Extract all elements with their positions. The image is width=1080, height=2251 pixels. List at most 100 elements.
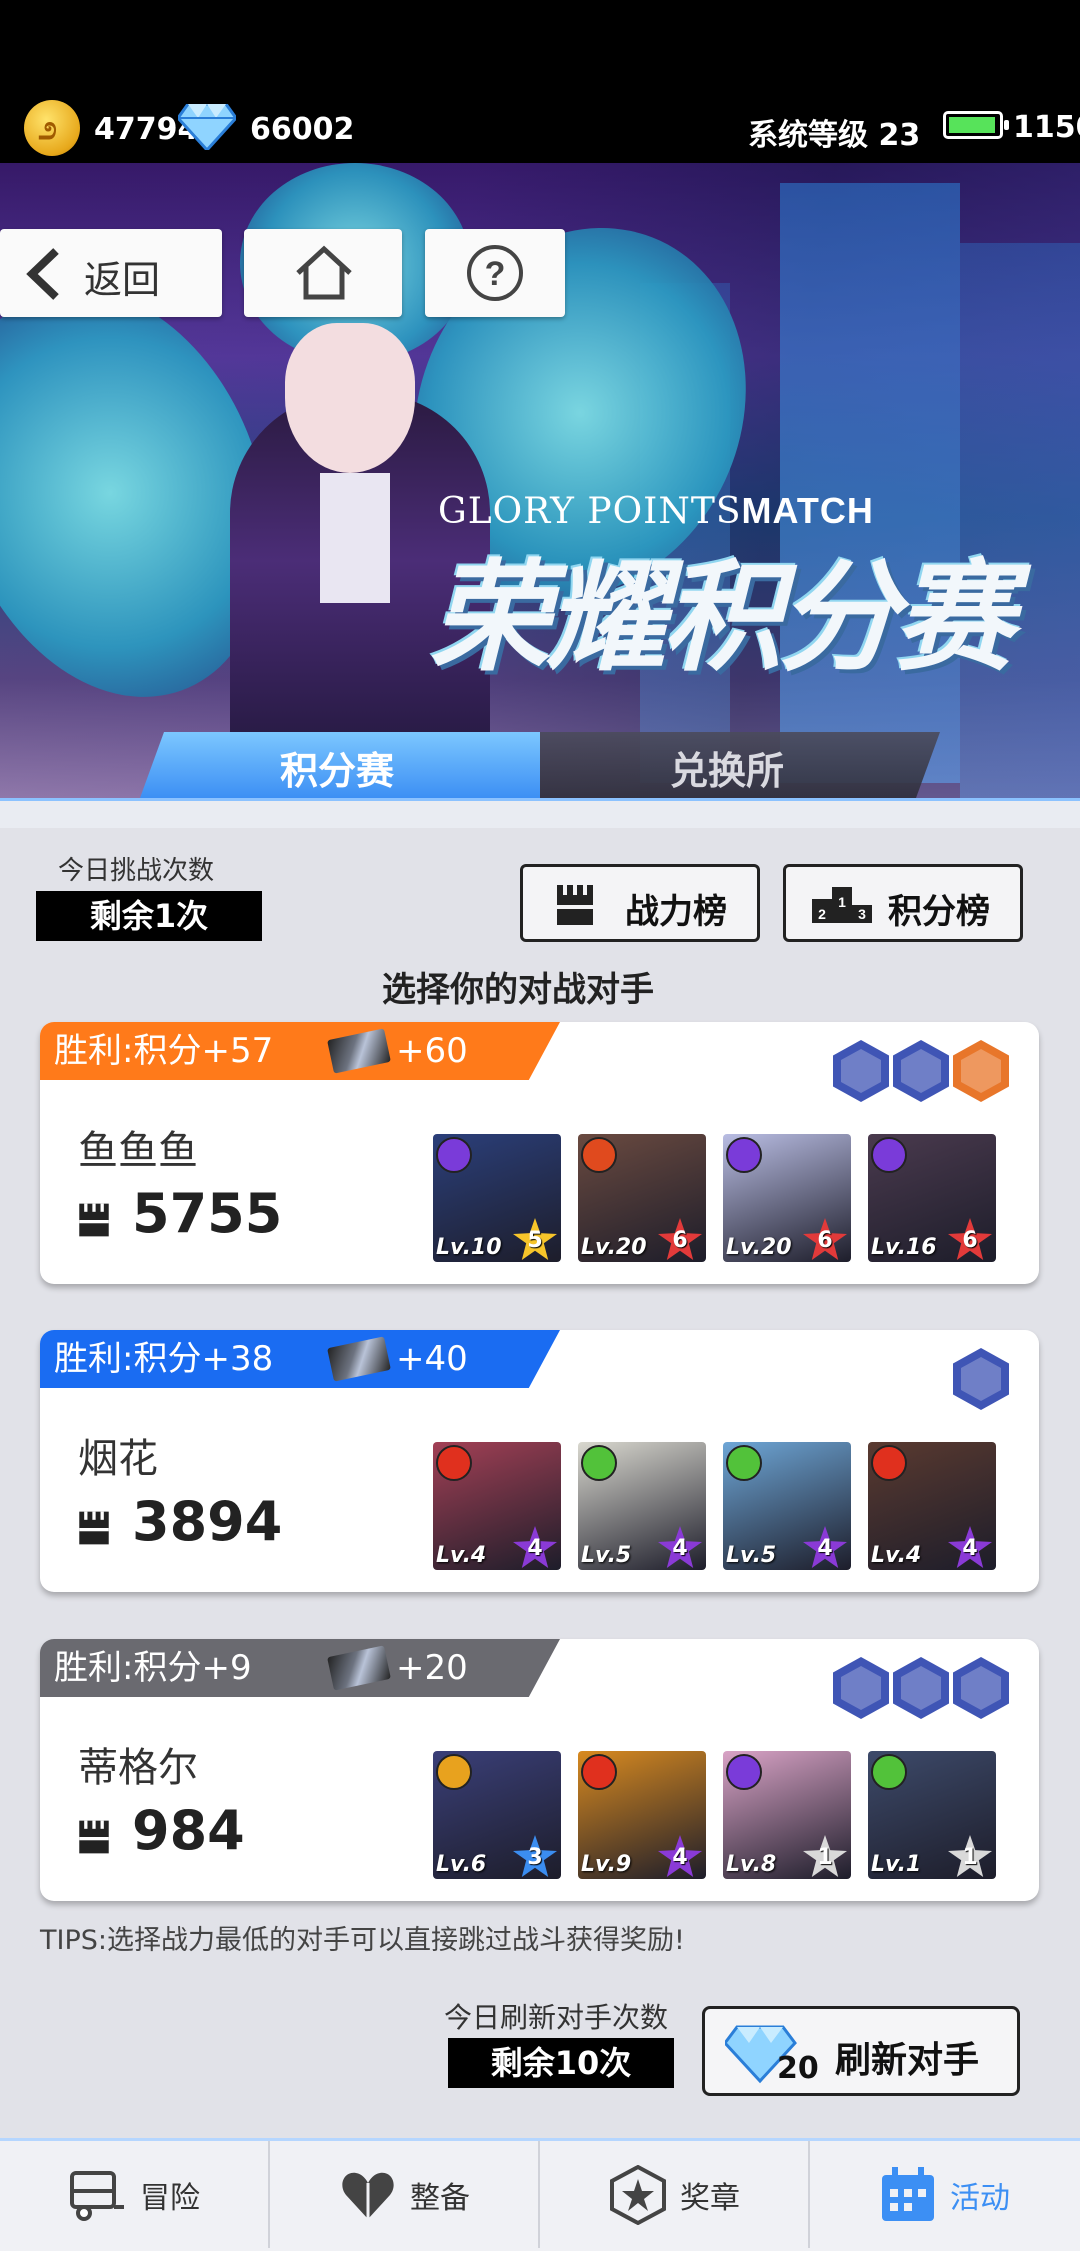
star-icon: 6 (658, 1218, 702, 1260)
team-badge-icon (833, 1040, 889, 1102)
section-title: 选择你的对战对手 (382, 970, 654, 1010)
hero-portrait: Lv.20 6 (578, 1134, 706, 1262)
element-orb-icon (871, 1137, 907, 1173)
hero-level: Lv.1 (871, 1852, 922, 1877)
diamond-amount: 66002 (250, 112, 355, 147)
nav-activity[interactable]: 活动 (810, 2141, 1078, 2248)
hero-level: Lv.16 (871, 1235, 937, 1260)
nav-activity-label: 活动 (950, 2180, 1010, 2216)
hero-stars: 4 (962, 1536, 978, 1561)
hero-stars: 4 (672, 1845, 688, 1870)
hero-level: Lv.9 (581, 1852, 632, 1877)
nav-medal[interactable]: 奖章 (540, 2141, 810, 2248)
team-badge-icon (953, 1348, 1009, 1410)
medal-icon (610, 2164, 666, 2225)
refresh-cost: 20 (777, 2051, 819, 2086)
hero-level: Lv.5 (581, 1543, 632, 1568)
opponent-card[interactable]: 胜利:积分+57 +60 鱼鱼鱼 5755 Lv.10 5 Lv.20 6 Lv.20 6 Lv.1… (40, 1022, 1039, 1284)
team-badge-icon (953, 1657, 1009, 1719)
ticket-reward: +40 (396, 1339, 468, 1379)
tab-exchange-label: 兑换所 (670, 749, 785, 793)
power-rank-button[interactable]: 战力榜 (520, 864, 760, 942)
hero-portrait: Lv.6 3 (433, 1751, 561, 1879)
help-icon: ? (467, 245, 523, 301)
star-icon: 6 (948, 1218, 992, 1260)
team-badge-icon (833, 1657, 889, 1719)
hero-level: Lv.6 (436, 1852, 487, 1877)
hero-level: Lv.10 (436, 1235, 502, 1260)
opponent-power: 984 (132, 1799, 245, 1862)
home-icon (296, 245, 352, 300)
element-orb-icon (581, 1445, 617, 1481)
nav-equip-label: 整备 (410, 2180, 470, 2216)
star-icon: 6 (803, 1218, 847, 1260)
back-button[interactable]: 返回 (0, 229, 222, 317)
opponent-card[interactable]: 胜利:积分+38 +40 烟花 3894 Lv.4 4 Lv.5 4 Lv.5 4 Lv.4 4 (40, 1330, 1039, 1592)
heart-icon (342, 2172, 394, 2219)
hero-level: Lv.4 (436, 1543, 487, 1568)
challenge-count-label: 今日挑战次数 (58, 856, 215, 886)
star-icon: 4 (948, 1526, 992, 1568)
back-label: 返回 (84, 258, 161, 302)
hero-level: Lv.5 (726, 1543, 777, 1568)
calendar-icon (882, 2166, 934, 2221)
hero-portrait: Lv.8 1 (723, 1751, 851, 1879)
back-arrow-icon (26, 248, 59, 300)
element-orb-icon (436, 1754, 472, 1790)
svg-text:1: 1 (838, 894, 846, 910)
reward-tag: 胜利:积分+57 (40, 1022, 560, 1080)
nav-medal-label: 奖章 (680, 2180, 740, 2216)
star-icon: 3 (513, 1835, 557, 1877)
home-button[interactable] (244, 229, 402, 317)
hero-portrait: Lv.5 4 (578, 1442, 706, 1570)
hero-stars: 4 (527, 1536, 543, 1561)
nav-equip[interactable]: 整备 (270, 2141, 540, 2248)
hero-level: Lv.4 (871, 1543, 922, 1568)
points-rank-button[interactable]: 2 1 3 积分榜 (783, 864, 1023, 942)
hero-portrait: Lv.20 6 (723, 1134, 851, 1262)
hero-level: Lv.20 (581, 1235, 647, 1260)
star-icon: 4 (658, 1835, 702, 1877)
power-icon (76, 1200, 112, 1240)
hero-level: Lv.8 (726, 1852, 777, 1877)
diamond-icon (178, 104, 236, 150)
hero-portrait: Lv.10 5 (433, 1134, 561, 1262)
team-badge-icon (893, 1657, 949, 1719)
hero-stars: 4 (672, 1536, 688, 1561)
element-orb-icon (436, 1445, 472, 1481)
reward-points: 胜利:积分+9 (54, 1648, 252, 1688)
refresh-button-label: 刷新对手 (835, 2040, 980, 2081)
hero-stars: 6 (672, 1228, 688, 1253)
reward-points: 胜利:积分+57 (54, 1031, 274, 1071)
star-icon: 4 (658, 1526, 702, 1568)
tips-text: TIPS:选择战力最低的对手可以直接跳过战斗获得奖励! (40, 1925, 685, 1956)
energy-battery-icon (943, 111, 1009, 139)
star-icon: 1 (948, 1835, 992, 1877)
element-orb-icon (871, 1445, 907, 1481)
help-button[interactable]: ? (425, 229, 565, 317)
nav-adventure[interactable]: 冒险 (0, 2141, 270, 2248)
hero-stars: 1 (962, 1845, 978, 1870)
svg-text:?: ? (485, 255, 506, 293)
refresh-count-label: 今日刷新对手次数 (444, 2001, 669, 2034)
element-orb-icon (436, 1137, 472, 1173)
hero-stars: 5 (527, 1228, 543, 1253)
nav-adventure-label: 冒险 (140, 2180, 200, 2216)
hero-stars: 6 (962, 1228, 978, 1253)
opponent-name: 鱼鱼鱼 (78, 1128, 198, 1174)
refresh-remaining: 剩余10次 (448, 2038, 674, 2088)
hero-portrait: Lv.1 1 (868, 1751, 996, 1879)
hero-portrait: Lv.5 4 (723, 1442, 851, 1570)
star-icon: 4 (803, 1526, 847, 1568)
hero-portrait: Lv.4 4 (433, 1442, 561, 1570)
opponent-name: 蒂格尔 (78, 1745, 198, 1791)
tab-divider (0, 798, 1080, 831)
element-orb-icon (871, 1754, 907, 1790)
system-level: 系统等级 23 (748, 118, 921, 153)
refresh-opponents-button[interactable]: 20 刷新对手 (702, 2006, 1020, 2096)
element-orb-icon (726, 1754, 762, 1790)
opponent-card[interactable]: 胜利:积分+9 +20 蒂格尔 984 Lv.6 3 Lv.9 4 Lv.8 1 Lv.1 1 (40, 1639, 1039, 1901)
challenge-remaining: 剩余1次 (36, 891, 262, 941)
hero-portrait: Lv.4 4 (868, 1442, 996, 1570)
hero-stars: 1 (817, 1845, 833, 1870)
